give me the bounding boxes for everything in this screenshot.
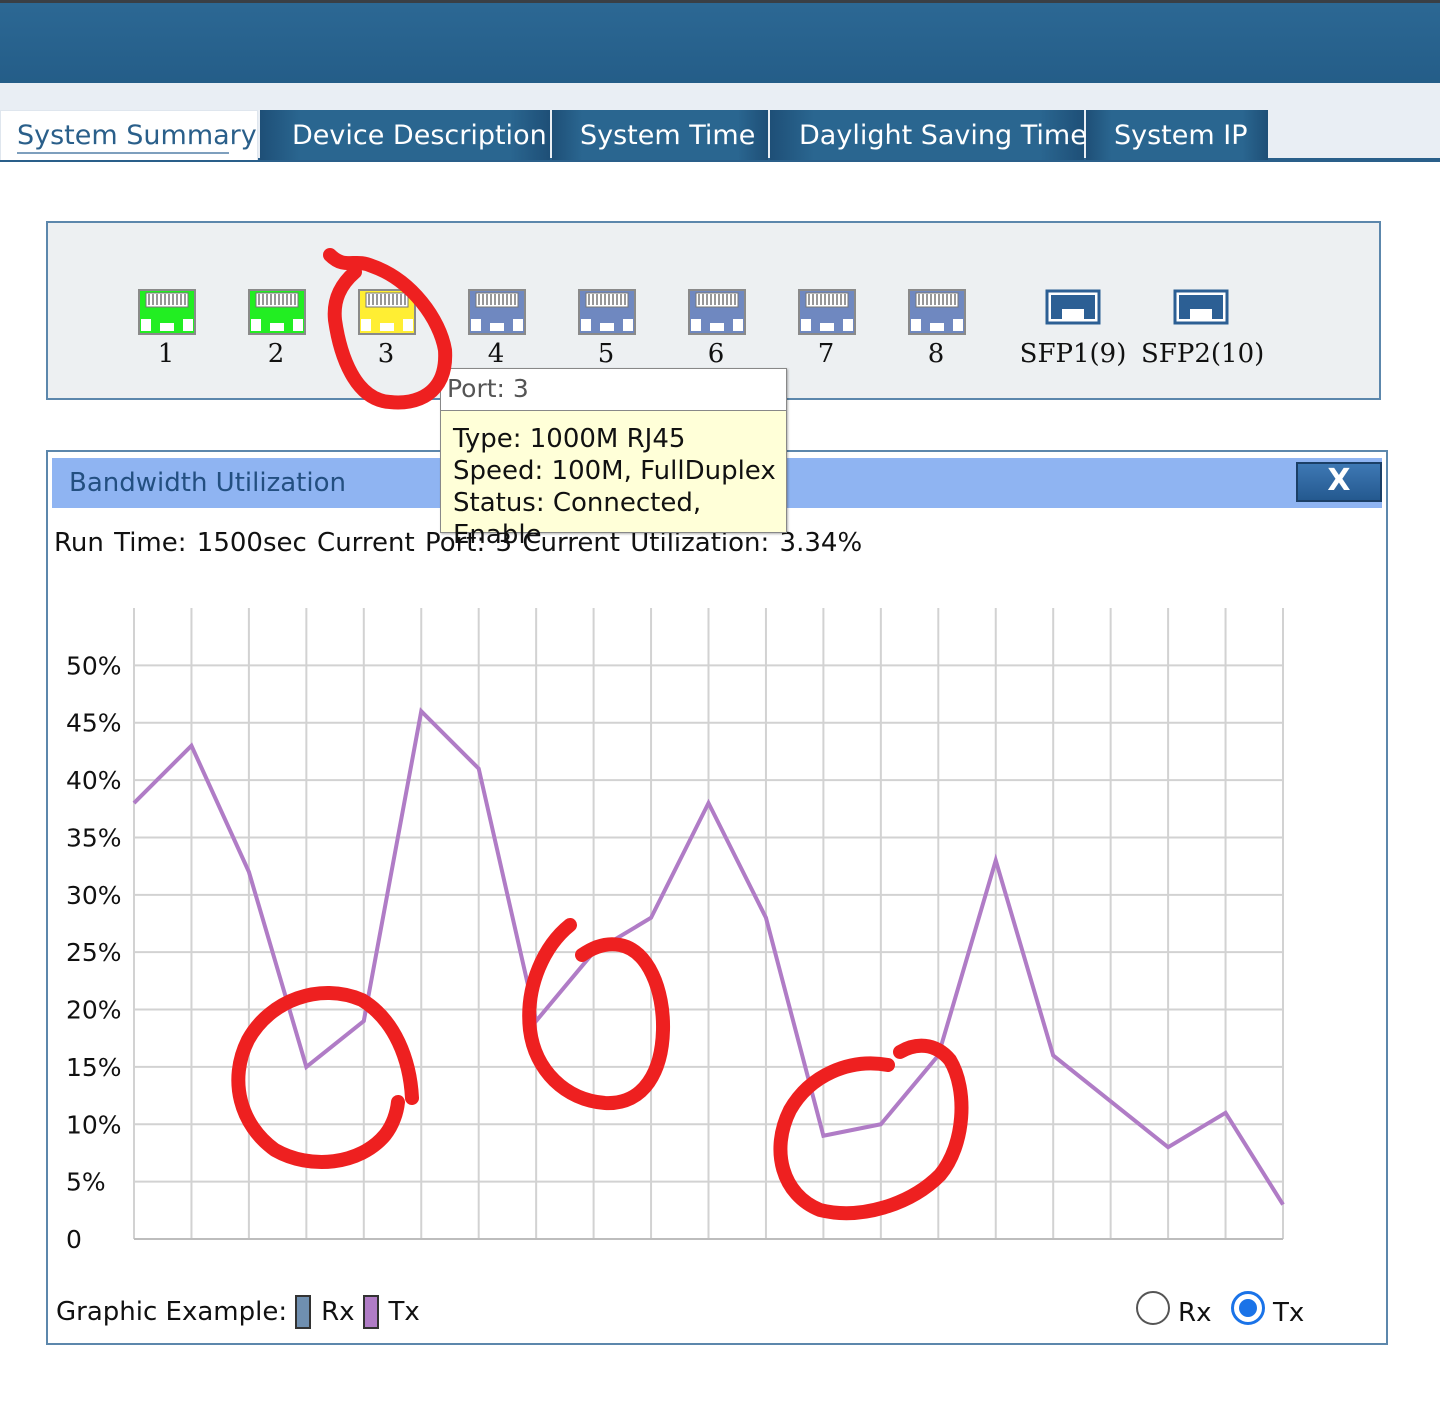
port-label: SFP2(10): [1141, 339, 1265, 369]
tab-label: System Summary: [17, 120, 257, 151]
rx-radio-label: Rx: [1178, 1298, 1212, 1328]
tooltip-status: Status: Connected, Enable: [453, 488, 702, 550]
y-tick-label: 10%: [66, 1110, 122, 1139]
port-3-rj45-icon[interactable]: [358, 289, 418, 339]
port-7-rj45-icon[interactable]: [798, 289, 858, 339]
port-10-sfp-icon[interactable]: [1173, 289, 1233, 339]
tooltip-speed: Speed: 100M, FullDuplex: [453, 456, 776, 486]
legend-rx-label: Rx: [321, 1297, 355, 1327]
tx-radio-option[interactable]: Tx: [1231, 1288, 1304, 1328]
port-label: 5: [597, 339, 615, 369]
rx-swatch: [295, 1295, 312, 1329]
tab-label: Device Description: [292, 119, 547, 151]
tab-device-description[interactable]: Device Description: [260, 110, 550, 160]
port-label: 3: [377, 339, 395, 369]
y-tick-label: 45%: [66, 709, 122, 738]
tx-radio[interactable]: [1231, 1291, 1265, 1325]
tab-system-ip[interactable]: System IP: [1086, 110, 1268, 160]
y-tick-label: 40%: [66, 766, 122, 795]
tab-system-time[interactable]: System Time: [552, 110, 768, 160]
port-9-sfp-icon[interactable]: [1045, 289, 1105, 339]
bandwidth-chart: 0 5% 10% 15% 20% 25% 30% 35% 40% 45% 50%: [66, 608, 1285, 1254]
port-4-rj45-icon[interactable]: [468, 289, 528, 339]
y-tick-label: 25%: [66, 938, 122, 967]
port-label: 4: [487, 339, 505, 369]
port-1-rj45-icon[interactable]: [138, 289, 198, 339]
tooltip-title: Port: 3: [441, 369, 786, 411]
tab-label: Daylight Saving Time: [799, 119, 1087, 151]
port-label: SFP1(9): [1019, 339, 1127, 369]
tooltip-body: Type: 1000M RJ45 Speed: 100M, FullDuplex…: [441, 411, 786, 551]
y-tick-label: 50%: [66, 651, 122, 680]
port-2-rj45-icon[interactable]: [248, 289, 308, 339]
port-label: 1: [157, 339, 175, 369]
tab-label: System Time: [580, 119, 756, 151]
y-tick-label: 35%: [66, 823, 122, 852]
legend-label: Graphic Example:: [56, 1297, 288, 1327]
port-label: 8: [927, 339, 945, 369]
tx-swatch: [362, 1295, 379, 1329]
top-banner: [0, 0, 1440, 83]
port-tooltip: Port: 3 Type: 1000M RJ45 Speed: 100M, Fu…: [440, 368, 787, 550]
y-tick-label: 20%: [66, 996, 122, 1025]
tooltip-type: Type: 1000M RJ45: [453, 424, 686, 454]
port-5-rj45-icon[interactable]: [578, 289, 638, 339]
port-8-rj45-icon[interactable]: [908, 289, 968, 339]
port-6-rj45-icon[interactable]: [688, 289, 748, 339]
port-label: 7: [817, 339, 835, 369]
tab-system-summary[interactable]: System Summary: [0, 110, 258, 160]
rx-radio[interactable]: [1136, 1291, 1170, 1325]
tab-daylight-saving-time[interactable]: Daylight Saving Time: [770, 110, 1087, 160]
graphic-legend: Graphic Example: Rx Tx: [56, 1295, 420, 1329]
tx-radio-label: Tx: [1273, 1298, 1305, 1328]
legend-tx-label: Tx: [388, 1297, 420, 1327]
bandwidth-panel: Bandwidth Utilization X Run Time: 1500se…: [46, 450, 1388, 1345]
rx-radio-option[interactable]: Rx: [1136, 1288, 1211, 1328]
port-label: 6: [707, 339, 725, 369]
y-tick-label: 5%: [66, 1168, 106, 1197]
tab-label: System IP: [1114, 119, 1248, 151]
y-tick-label: 30%: [66, 881, 122, 910]
tab-active-underline: [17, 152, 229, 154]
y-tick-label: 15%: [66, 1053, 122, 1082]
y-tick-label: 0: [66, 1225, 82, 1254]
port-label: 2: [267, 339, 285, 369]
